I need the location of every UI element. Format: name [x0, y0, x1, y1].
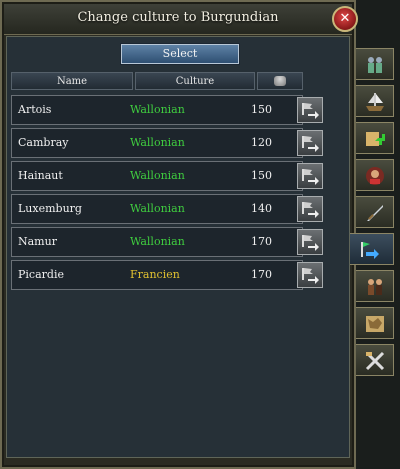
map-icon [366, 316, 384, 332]
change-culture-button[interactable] [297, 229, 323, 255]
content-panel: Select Name Culture Artois Wallonian 150 Ca… [6, 36, 350, 458]
side-tab-map[interactable] [356, 307, 394, 339]
title-bar: Change culture to Burgundian [4, 4, 352, 35]
coin-stack-icon [274, 76, 286, 86]
crossed-tools-icon [365, 351, 385, 371]
province-culture: Wallonian [130, 235, 185, 248]
sword-icon [367, 205, 383, 221]
province-name: Picardie [18, 268, 64, 281]
province-culture: Wallonian [130, 169, 185, 182]
column-header-culture[interactable]: Culture [135, 72, 255, 90]
province-culture: Wallonian [130, 136, 185, 149]
change-culture-button[interactable] [297, 163, 323, 189]
change-culture-icon [302, 268, 319, 284]
change-culture-icon [302, 202, 319, 218]
conversion-cost: 150 [251, 169, 272, 182]
table-row[interactable]: Artois Wallonian 150 [11, 95, 303, 125]
conversion-cost: 120 [251, 136, 272, 149]
window-title: Change culture to Burgundian [77, 10, 279, 25]
portrait-icon [366, 167, 384, 185]
province-culture: Wallonian [130, 202, 185, 215]
culture-window: Change culture to Burgundian Select Name… [0, 0, 356, 469]
change-culture-button[interactable] [297, 97, 323, 123]
change-culture-button[interactable] [297, 262, 323, 288]
conversion-cost: 140 [251, 202, 272, 215]
province-culture: Wallonian [130, 103, 185, 116]
conversion-cost: 170 [251, 268, 272, 281]
province-culture: Francien [130, 268, 180, 281]
side-tab-people[interactable] [356, 270, 394, 302]
province-name: Namur [18, 235, 57, 248]
table-row[interactable]: Hainaut Wallonian 150 [11, 161, 303, 191]
culture-flags-icon [361, 242, 379, 259]
side-tab-sword[interactable] [356, 196, 394, 228]
table-row[interactable]: Luxemburg Wallonian 140 [11, 194, 303, 224]
province-name: Cambray [18, 136, 69, 149]
soldiers-icon [368, 57, 382, 73]
conversion-cost: 170 [251, 235, 272, 248]
change-culture-icon [302, 136, 319, 152]
side-tab-crossed-tools[interactable] [356, 344, 394, 376]
side-tab-ship[interactable] [356, 85, 394, 117]
scroll-plus-icon [366, 132, 385, 146]
change-culture-button[interactable] [297, 196, 323, 222]
side-tab-scroll-plus[interactable] [356, 122, 394, 154]
change-culture-icon [302, 235, 319, 251]
change-culture-icon [302, 169, 319, 185]
table-row[interactable]: Cambray Wallonian 120 [11, 128, 303, 158]
table-row[interactable]: Namur Wallonian 170 [11, 227, 303, 257]
close-button[interactable]: ✕ [332, 6, 358, 32]
people-icon [368, 279, 382, 295]
conversion-cost: 150 [251, 103, 272, 116]
province-name: Artois [18, 103, 52, 116]
change-culture-icon [302, 103, 319, 119]
table-row[interactable]: Picardie Francien 170 [11, 260, 303, 290]
select-button[interactable]: Select [121, 44, 239, 64]
ship-icon [366, 93, 384, 111]
province-name: Hainaut [18, 169, 63, 182]
province-name: Luxemburg [18, 202, 82, 215]
column-header-name[interactable]: Name [11, 72, 133, 90]
side-tab-culture-flags[interactable] [350, 233, 394, 265]
side-tab-portrait[interactable] [356, 159, 394, 191]
change-culture-button[interactable] [297, 130, 323, 156]
table-header: Name Culture [11, 72, 303, 90]
side-tab-bar [350, 48, 400, 469]
column-header-cost[interactable] [257, 72, 303, 90]
side-tab-soldiers[interactable] [356, 48, 394, 80]
